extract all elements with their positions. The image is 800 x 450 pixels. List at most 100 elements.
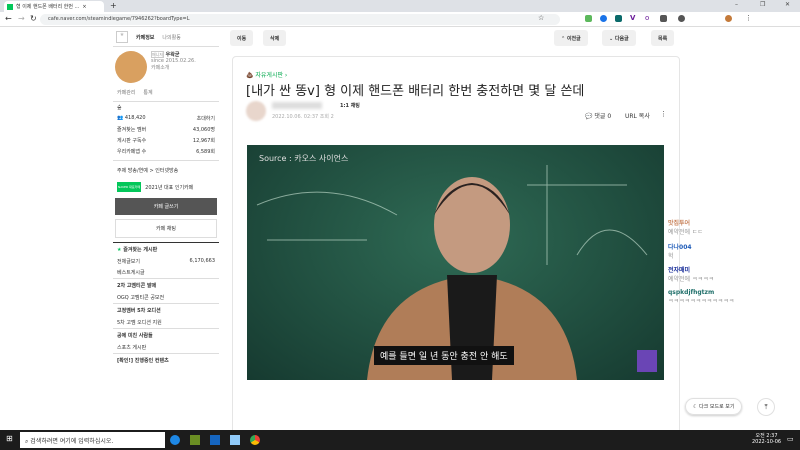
- tab-title: 형 이제 핸드폰 배터리 한번 ...: [16, 4, 80, 10]
- close-window-button[interactable]: ✕: [785, 1, 790, 8]
- video-caption: 예를 들면 일 년 동안 충전 안 해도: [374, 346, 514, 365]
- taskbar-search-input[interactable]: ⌕ 검색하려면 여기에 입력하십시오.: [20, 432, 165, 448]
- board-best[interactable]: 베스트게시글: [117, 269, 145, 276]
- board-group-heading[interactable]: [확인!] 진행중인 컨텐츠: [113, 353, 219, 367]
- members-value: 418,420: [124, 115, 146, 121]
- clock-date: 2022-10-06: [752, 439, 782, 445]
- app-icon[interactable]: [230, 435, 240, 445]
- chat-message: 헉: [668, 253, 674, 260]
- star-icon[interactable]: ★: [116, 31, 128, 43]
- url-text: cafe.naver.com/steamindiegame/7946262?bo…: [48, 16, 190, 22]
- stat-label: 우리카페앱 수: [117, 149, 147, 155]
- new-tab-button[interactable]: +: [110, 1, 117, 10]
- author-avatar[interactable]: [246, 101, 266, 121]
- cafe-sidebar: ★ 카페정보 나의활동 매니저 우왁굳 since 2015.02.26. 카페…: [113, 28, 219, 430]
- clock[interactable]: 오전 2:37 2022-10-06: [752, 432, 781, 445]
- url-input[interactable]: cafe.naver.com/steamindiegame/7946262?bo…: [40, 14, 560, 25]
- board-link[interactable]: 스포츠 게시판: [117, 344, 146, 351]
- chrome-icon[interactable]: [250, 435, 260, 445]
- chat-user: 맛집투어: [668, 218, 703, 227]
- stat-value: 12,967회: [192, 138, 215, 144]
- url-copy-button[interactable]: URL 복사: [625, 111, 650, 120]
- move-button[interactable]: 이동: [230, 30, 254, 46]
- edge-icon[interactable]: [170, 435, 180, 445]
- address-bar-row: ← → ↻ cafe.naver.com/steamindiegame/7946…: [0, 12, 800, 27]
- windows-start-icon[interactable]: ⊞: [6, 434, 13, 443]
- cafe-admin-link[interactable]: 카페관리: [117, 89, 135, 96]
- stat-value: 6,589회: [196, 149, 215, 155]
- stat-label: 게시판 구독수: [117, 138, 147, 144]
- board-link[interactable]: 💩 자유게시판 ›: [246, 70, 287, 79]
- extension-o-icon[interactable]: o: [645, 14, 649, 22]
- extension-icon[interactable]: [585, 15, 592, 22]
- invite-link[interactable]: 초대하기: [197, 115, 215, 122]
- maximize-button[interactable]: ❐: [760, 1, 765, 8]
- next-post-button[interactable]: ⌄ 다음글: [602, 30, 636, 46]
- profile-avatar[interactable]: [725, 15, 732, 22]
- browser-tab[interactable]: 형 이제 핸드폰 배터리 한번 ... ×: [4, 1, 104, 12]
- cafe-logo: [115, 51, 147, 83]
- cafe-level: 숲: [117, 105, 122, 111]
- delete-button[interactable]: 삭제: [263, 30, 287, 46]
- extension-v-icon[interactable]: V: [630, 14, 635, 22]
- tab-my-activity[interactable]: 나의활동: [162, 34, 180, 41]
- extension-icon[interactable]: [615, 15, 622, 22]
- tab-bar: 형 이제 핸드폰 배터리 한번 ... × + – ❐ ✕: [0, 0, 800, 12]
- close-icon[interactable]: ×: [82, 4, 86, 10]
- dark-mode-label: 다크 모드로 보기: [699, 404, 735, 410]
- stat-value: 43,060명: [192, 127, 215, 133]
- favorite-boards-heading[interactable]: 즐겨찾는 게시판: [123, 247, 157, 253]
- more-icon[interactable]: ⋮: [660, 110, 667, 118]
- stat-label: 즐겨찾는 멤버: [117, 127, 147, 133]
- board-link[interactable]: 5차 고멤 오디션 지원: [117, 319, 162, 326]
- chat-message: 예약전에 ㅋㅋㅋㅋ: [668, 276, 715, 283]
- vegas-icon[interactable]: [210, 435, 220, 445]
- taskbar: ⊞ ⌕ 검색하려면 여기에 입력하십시오. 오전 2:37 2022-10-06 …: [0, 430, 800, 450]
- post-meta: 2022.10.06. 02:37 조회 2: [272, 114, 334, 120]
- board-all[interactable]: 전체글보기: [117, 258, 140, 265]
- star-icon[interactable]: ☆: [538, 14, 544, 22]
- cafe-chat-button[interactable]: 카페 채팅: [115, 219, 217, 238]
- extension-icon[interactable]: [600, 15, 607, 22]
- video-frame: [256, 165, 657, 380]
- list-button[interactable]: 목록: [651, 30, 675, 46]
- manager-badge: 매니저: [151, 51, 165, 58]
- minimize-button[interactable]: –: [735, 1, 738, 8]
- comments-count: 댓글 0: [594, 113, 612, 120]
- chat-username: 전자매미: [668, 267, 691, 274]
- clock-time: 오전 2:37: [755, 433, 778, 439]
- cafe-intro-link[interactable]: 카페소개: [151, 64, 196, 71]
- video-source-text: Source : 카오스 사이언스: [259, 154, 349, 163]
- naver-award-badge: NAVER 대표카페: [117, 182, 142, 192]
- forward-icon[interactable]: →: [18, 14, 25, 23]
- notification-icon[interactable]: ▭: [787, 435, 794, 443]
- scroll-top-button[interactable]: ⤒: [757, 398, 775, 416]
- write-post-button[interactable]: 카페 글쓰기: [115, 198, 217, 215]
- members-count[interactable]: 👥 418,420: [117, 115, 146, 122]
- chat-message: 예약전에 ㄷㄷ: [668, 229, 704, 236]
- prev-post-button[interactable]: ⌃ 이전글: [554, 30, 588, 46]
- chat-username: 맛집투어: [668, 220, 691, 227]
- video-player[interactable]: Source : 카오스 사이언스 예를 들면 일 년 동안 충전 안 해도: [247, 145, 664, 380]
- dark-mode-button[interactable]: ☾ 다크 모드로 보기: [685, 398, 743, 415]
- tab-cafe-info[interactable]: 카페정보: [136, 34, 154, 41]
- board-group-heading: 공에 미친 사람들: [113, 328, 219, 342]
- cafe-topic[interactable]: 주제 방송/연예 > 인터넷방송: [117, 167, 178, 174]
- minecraft-icon[interactable]: [190, 435, 200, 445]
- board-group-heading: 고정멤버 5차 오디션: [113, 303, 219, 317]
- author-name[interactable]: [272, 102, 322, 109]
- chat-link[interactable]: 1:1 채팅: [340, 102, 360, 109]
- menu-icon[interactable]: ⋮: [745, 14, 752, 22]
- back-icon[interactable]: ←: [5, 14, 12, 23]
- stats-link[interactable]: 통계: [143, 89, 152, 96]
- board-link[interactable]: OGQ 고멤티콘 공모전: [117, 294, 164, 301]
- chat-username: qspkdjfhgtzm: [668, 289, 715, 296]
- star-icon: ★: [117, 247, 122, 253]
- extension-icon[interactable]: [660, 15, 667, 22]
- reload-icon[interactable]: ↻: [30, 14, 37, 23]
- board-group-heading: 2차 고멤티콘 발매: [113, 278, 219, 292]
- chat-username: 다나004: [668, 244, 692, 251]
- award-text: 2021년 대표 인기카페: [145, 184, 194, 191]
- comments-link[interactable]: 💬 댓글 0: [585, 111, 611, 120]
- puzzle-icon[interactable]: [678, 15, 685, 22]
